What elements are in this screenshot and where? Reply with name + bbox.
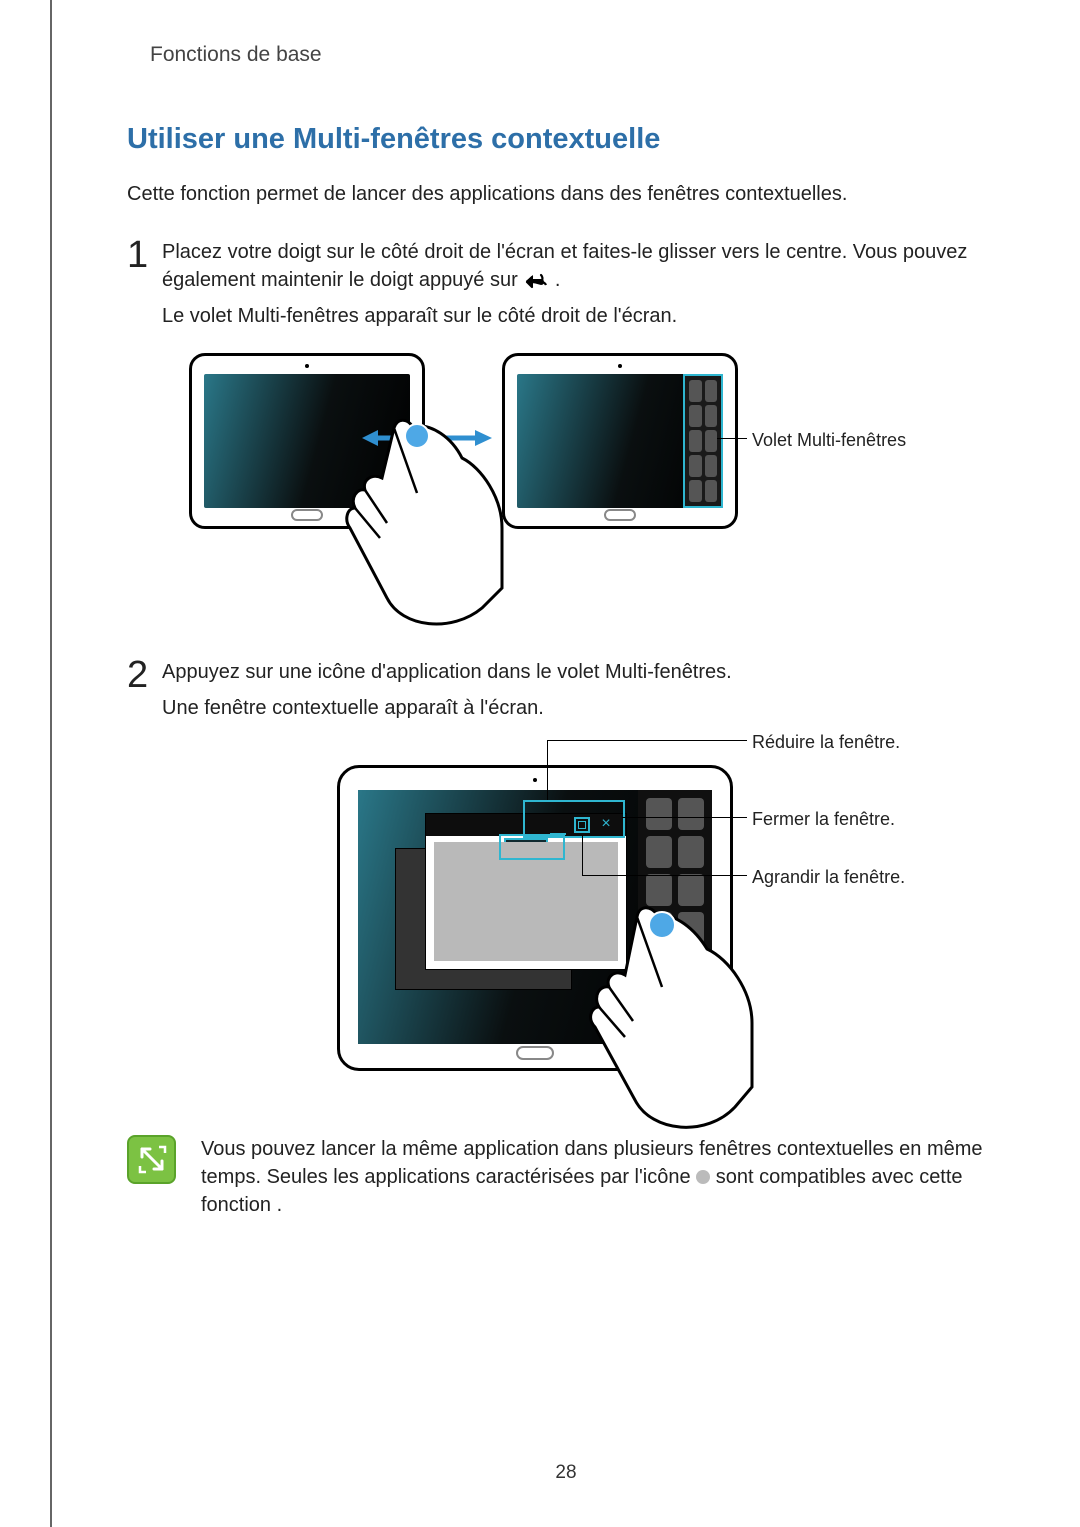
step-number-2: 2 [127,656,162,694]
callout-maximize: Agrandir la fenêtre. [752,865,905,890]
callout-close: Fermer la fenêtre. [752,807,895,832]
hand-gesture-icon [332,408,522,638]
section-header: Fonctions de base [150,40,1005,69]
page-title: Utiliser une Multi-fenêtres contextuelle [127,119,1005,160]
note-icon [127,1135,176,1184]
note-box: Vous pouvez lancer la même application d… [127,1135,1005,1219]
step2-line1: Appuyez sur une icône d'application dans… [162,658,1005,686]
tablet-illustration-right [502,353,738,529]
step1-line1: Placez votre doigt sur le côté droit de … [162,238,1005,294]
figure-1: Volet Multi-fenêtres [127,353,1005,638]
step-number-1: 1 [127,236,162,274]
back-icon [523,271,549,289]
callout-minimize: Réduire la fenêtre. [752,730,900,755]
figure-2: × Réduire la fenêtre. Fermer la fenêtre.… [127,740,1005,1130]
page-number: 28 [555,1460,576,1487]
step1-text-b: . [555,269,561,291]
note-text: Vous pouvez lancer la même application d… [201,1135,1005,1219]
compat-indicator-icon [696,1170,710,1184]
highlight-handle [499,834,565,860]
step2-line2: Une fenêtre contextuelle apparaît à l'éc… [162,694,1005,722]
step1-text-a: Placez votre doigt sur le côté droit de … [162,241,967,291]
highlight-titlebar [523,800,625,838]
step1-line2: Le volet Multi-fenêtres apparaît sur le … [162,302,1005,330]
multiwindow-panel [683,374,723,508]
callout-panel-label: Volet Multi-fenêtres [752,428,906,453]
hand-tap-icon [567,895,767,1145]
intro-text: Cette fonction permet de lancer des appl… [127,180,1005,208]
